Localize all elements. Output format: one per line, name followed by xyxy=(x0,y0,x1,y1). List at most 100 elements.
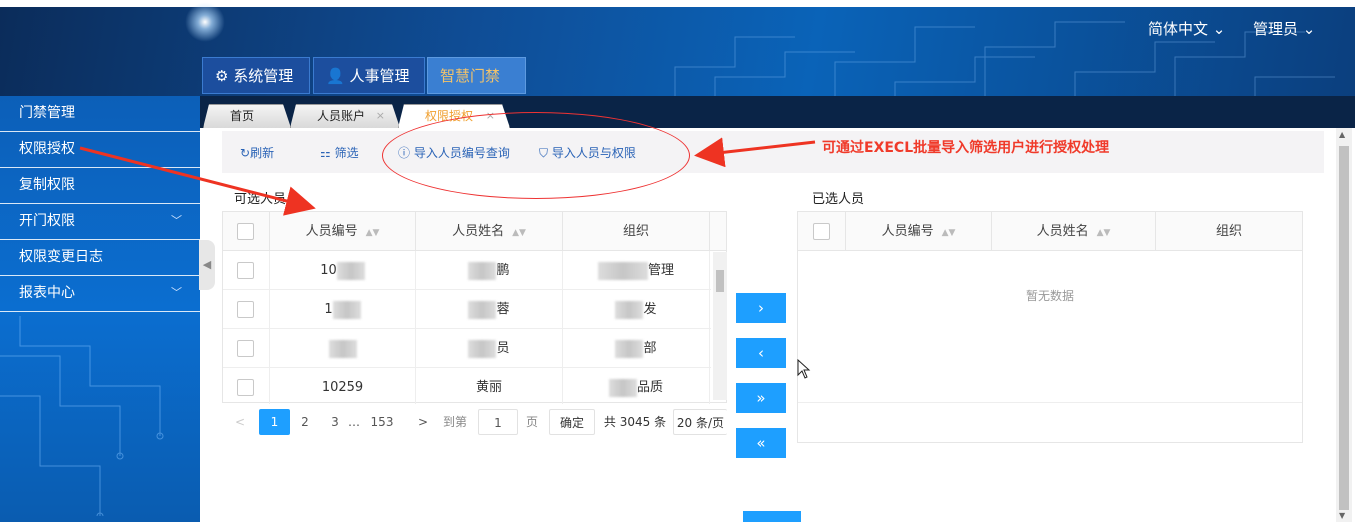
prev-page-button[interactable]: < xyxy=(232,409,248,435)
refresh-button[interactable]: ↻刷新 xyxy=(240,144,274,161)
chevron-down-icon: ⌄ xyxy=(1212,20,1226,38)
scrollbar-thumb[interactable] xyxy=(716,270,724,292)
sidebar-item-door-permission[interactable]: 开门权限 ﹀ xyxy=(0,204,200,240)
sidebar-item-copy-permission[interactable]: 复制权限 xyxy=(0,168,200,204)
user-label: 管理员 xyxy=(1253,20,1299,38)
page-size-select[interactable]: 20 条/页 xyxy=(673,409,727,435)
redaction-blur xyxy=(615,339,644,358)
sidebar: 门禁管理 权限授权 复制权限 开门权限 ﹀ 权限变更日志 报表中心 ﹀ xyxy=(0,96,200,522)
row-checkbox[interactable] xyxy=(237,379,254,396)
row-checkbox[interactable] xyxy=(237,262,254,279)
bottom-action-button[interactable] xyxy=(743,511,801,522)
module-tab-system[interactable]: ⚙ 系统管理 xyxy=(202,57,310,94)
cell-name-text: 黄丽 xyxy=(475,380,502,395)
header-checkbox-cell xyxy=(798,212,846,251)
next-page-button[interactable]: > xyxy=(415,409,431,435)
sidebar-item-label: 门禁管理 xyxy=(19,105,75,121)
redaction-blur xyxy=(597,261,648,280)
sidebar-collapse-handle[interactable]: ◀ xyxy=(199,240,215,290)
redaction-blur xyxy=(332,300,361,319)
cell-org-text: 管理 xyxy=(647,263,674,278)
cell-org: 发 xyxy=(563,290,710,329)
cell-org: 管理 xyxy=(563,251,710,290)
redaction-blur xyxy=(336,261,365,280)
redaction-blur xyxy=(468,261,497,280)
filter-button[interactable]: ⚏ 筛选 xyxy=(320,144,359,161)
cell-org-text: 品质 xyxy=(636,380,663,395)
annotation-text: 可通过EXECL批量导入筛选用户进行授权处理 xyxy=(822,140,1110,156)
cell-name: 黄丽 xyxy=(416,368,563,404)
page-current[interactable]: 1 xyxy=(259,409,290,435)
cell-org-text: 发 xyxy=(643,302,657,317)
grid-header: 人员编号 ▲▼ 人员姓名 ▲▼ 组织 xyxy=(798,212,1302,251)
sidebar-item-authorization[interactable]: 权限授权 xyxy=(0,132,200,168)
close-icon[interactable]: × xyxy=(376,105,385,127)
sidebar-item-change-log[interactable]: 权限变更日志 xyxy=(0,240,200,276)
language-selector[interactable]: 简体中文 ⌄ xyxy=(1148,18,1225,39)
table-row[interactable]: 员 部 xyxy=(223,329,711,368)
move-all-right-button[interactable]: » xyxy=(736,383,786,413)
column-header-label: 人员编号 xyxy=(305,224,358,239)
total-count: 共 3045 条 xyxy=(603,415,667,429)
scroll-down-icon[interactable]: ▼ xyxy=(1339,511,1345,520)
select-all-checkbox[interactable] xyxy=(237,223,254,240)
goto-confirm-button[interactable]: 确定 xyxy=(549,409,595,435)
page-button[interactable]: 3 xyxy=(325,409,345,435)
column-header-name[interactable]: 人员姓名 ▲▼ xyxy=(416,212,563,251)
table-row[interactable]: 1 蓉 发 xyxy=(223,290,711,329)
cell-name: 蓉 xyxy=(416,290,563,329)
page-last[interactable]: 153 xyxy=(365,409,399,435)
module-tab-access[interactable]: 智慧门禁 xyxy=(427,57,526,94)
page-ellipsis: … xyxy=(348,415,360,429)
select-all-checkbox[interactable] xyxy=(813,223,830,240)
scrollbar-thumb[interactable] xyxy=(1339,146,1349,510)
table-row[interactable]: 10259 黄丽 品质 xyxy=(223,368,711,404)
row-checkbox[interactable] xyxy=(237,340,254,357)
module-tab-hr[interactable]: 👤 人事管理 xyxy=(313,57,425,94)
row-checkbox-cell xyxy=(223,329,270,368)
grid-scrollbar[interactable] xyxy=(713,252,727,400)
move-right-button[interactable]: › xyxy=(736,293,786,323)
cell-org-text: 部 xyxy=(643,341,657,356)
cell-name-text: 鹏 xyxy=(496,263,510,278)
row-checkbox-cell xyxy=(223,290,270,329)
user-icon: 👤 xyxy=(326,67,345,85)
column-header-name[interactable]: 人员姓名 ▲▼ xyxy=(992,212,1156,251)
column-header-id[interactable]: 人员编号 ▲▼ xyxy=(270,212,416,251)
page-button[interactable]: 2 xyxy=(295,409,315,435)
page-scrollbar[interactable]: ▲ ▼ xyxy=(1336,128,1352,522)
grid-header: 人员编号 ▲▼ 人员姓名 ▲▼ 组织 xyxy=(223,212,726,251)
sidebar-item-label: 权限变更日志 xyxy=(19,249,103,265)
empty-text: 暂无数据 xyxy=(1025,289,1074,303)
gear-icon: ⚙ xyxy=(215,67,229,85)
sidebar-item-label: 复制权限 xyxy=(19,177,75,193)
sidebar-item-label: 报表中心 xyxy=(19,285,75,301)
sidebar-item-report-center[interactable]: 报表中心 ﹀ xyxy=(0,276,200,312)
header-checkbox-cell xyxy=(223,212,270,251)
cell-id-text: 10 xyxy=(320,263,337,278)
user-menu[interactable]: 管理员 ⌄ xyxy=(1253,18,1315,39)
column-header-id[interactable]: 人员编号 ▲▼ xyxy=(846,212,992,251)
sidebar-item-access-management[interactable]: 门禁管理 xyxy=(0,96,200,132)
column-header-label: 人员姓名 xyxy=(452,224,505,239)
scroll-up-icon[interactable]: ▲ xyxy=(1339,130,1345,139)
redaction-blur xyxy=(608,378,637,397)
move-left-button[interactable]: ‹ xyxy=(736,338,786,368)
tab-person-account[interactable]: 人员账户 × xyxy=(290,104,400,128)
move-all-left-button[interactable]: « xyxy=(736,428,786,458)
tab-home[interactable]: 首页 xyxy=(203,104,291,128)
chevron-left-icon: ◀ xyxy=(202,258,212,271)
sort-icon: ▲▼ xyxy=(365,228,380,238)
chevron-down-icon: ⌄ xyxy=(1302,20,1316,38)
sidebar-item-label: 权限授权 xyxy=(19,141,75,157)
row-checkbox[interactable] xyxy=(237,301,254,318)
redaction-blur xyxy=(328,339,357,358)
chevron-down-icon: ﹀ xyxy=(171,286,182,299)
table-row[interactable]: 10 鹏 管理 xyxy=(223,251,711,290)
row-checkbox-cell xyxy=(223,251,270,290)
cell-org: 品质 xyxy=(563,368,710,404)
cell-id xyxy=(270,329,416,368)
grid-footer-divider xyxy=(798,402,1302,403)
cell-id: 10 xyxy=(270,251,416,290)
goto-page-input[interactable]: 1 xyxy=(478,409,518,435)
